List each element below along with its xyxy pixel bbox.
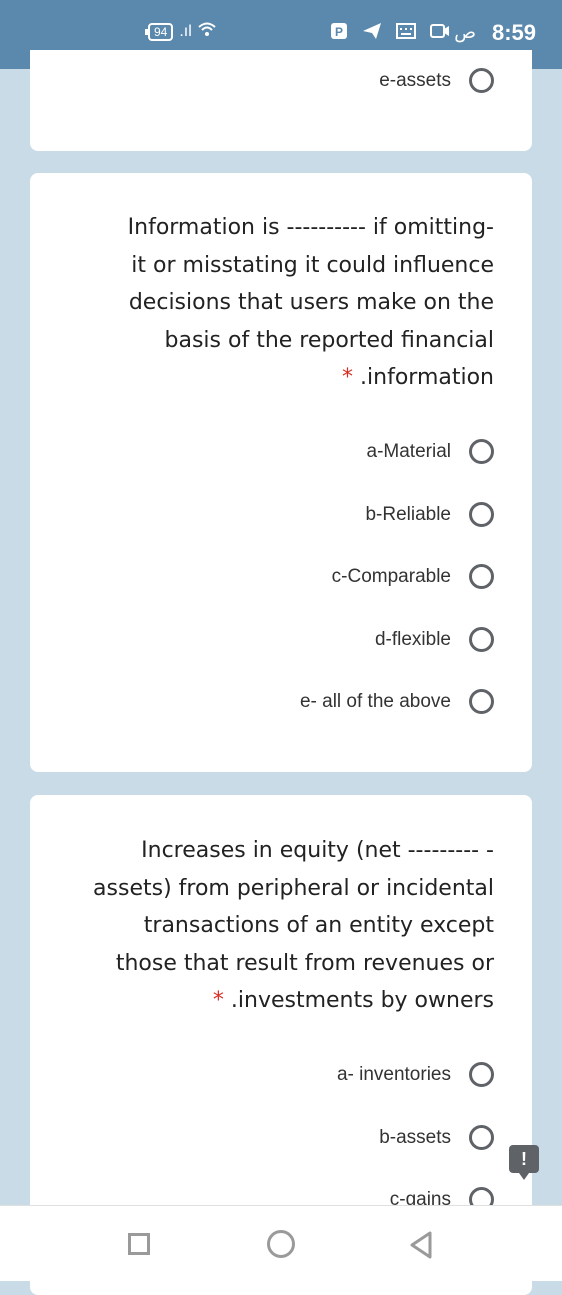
question-line: those that result from revenues or bbox=[115, 950, 494, 976]
svg-text:P: P bbox=[335, 25, 343, 39]
home-icon[interactable] bbox=[267, 1230, 295, 1258]
radio-button[interactable] bbox=[469, 68, 494, 93]
status-left-icons: 94 .ıl bbox=[144, 22, 216, 42]
question-line-last: * .investments by owners bbox=[93, 982, 494, 1020]
radio-button[interactable] bbox=[469, 502, 494, 527]
option-label: e-assets bbox=[379, 69, 451, 91]
radio-button[interactable] bbox=[469, 1062, 494, 1087]
camera-icon bbox=[430, 22, 450, 45]
question-line: transactions of an entity except bbox=[143, 913, 494, 938]
question-line: assets) from peripheral or incidental bbox=[93, 875, 494, 901]
option-label: d-flexible bbox=[374, 628, 451, 650]
question-line: Information is ---------- if omitting- bbox=[127, 215, 494, 240]
question-line: decisions that users make on the bbox=[128, 290, 494, 315]
recents-icon[interactable] bbox=[128, 1233, 150, 1255]
status-ampm: ص bbox=[454, 22, 476, 42]
option-label: b-assets bbox=[379, 1126, 451, 1148]
report-button[interactable]: ! bbox=[509, 1145, 539, 1180]
question-card-previous: e-assets bbox=[30, 50, 532, 151]
radio-button[interactable] bbox=[469, 439, 494, 464]
required-asterisk: * bbox=[212, 988, 224, 1013]
navigation-bar bbox=[0, 1205, 562, 1281]
option-e-assets[interactable]: e-assets bbox=[379, 68, 494, 93]
option-label: b-Reliable bbox=[365, 503, 451, 525]
option-b[interactable]: b-assets bbox=[379, 1125, 494, 1150]
question-line-text: .investments by owners bbox=[230, 988, 494, 1013]
option-label: a- inventories bbox=[336, 1063, 451, 1085]
question-line-last: * .information bbox=[128, 359, 494, 397]
option-label: e- all of the above bbox=[299, 690, 451, 712]
required-asterisk: * bbox=[342, 365, 354, 390]
wifi-icon bbox=[198, 22, 216, 42]
option-a[interactable]: a- inventories bbox=[337, 1062, 494, 1087]
question-line-text: .information bbox=[360, 365, 494, 390]
question-line: it or misstating it could influence bbox=[131, 252, 494, 278]
option-e[interactable]: e- all of the above bbox=[300, 689, 494, 714]
option-d[interactable]: d-flexible bbox=[375, 627, 494, 652]
battery-level: 94 bbox=[154, 25, 168, 39]
send-icon bbox=[362, 22, 382, 45]
keyboard-icon bbox=[396, 22, 416, 45]
signal-icon: .ıl bbox=[179, 23, 192, 40]
radio-button[interactable] bbox=[469, 1125, 494, 1150]
parking-icon: P bbox=[330, 22, 348, 45]
status-notification-icons: P bbox=[330, 22, 450, 45]
question-card-1: Information is ---------- if omitting- i… bbox=[30, 173, 532, 772]
option-b[interactable]: b-Reliable bbox=[365, 502, 494, 527]
question-line: basis of the reported financial bbox=[164, 327, 494, 353]
question-line: Increases in equity (net --------- - bbox=[141, 838, 494, 863]
radio-button[interactable] bbox=[469, 689, 494, 714]
battery-icon: 94 bbox=[144, 23, 174, 41]
back-icon[interactable] bbox=[408, 1230, 434, 1265]
question-text: Information is ---------- if omitting- i… bbox=[128, 209, 494, 397]
option-a[interactable]: a-Material bbox=[367, 439, 494, 464]
radio-button[interactable] bbox=[469, 627, 494, 652]
question-text: Increases in equity (net --------- - ass… bbox=[93, 832, 494, 1020]
radio-button[interactable] bbox=[469, 564, 494, 589]
option-c[interactable]: c-Comparable bbox=[332, 564, 494, 589]
option-label: c-Comparable bbox=[331, 565, 451, 587]
status-time: 8:59 bbox=[491, 20, 536, 45]
option-label: a-Material bbox=[366, 440, 451, 462]
